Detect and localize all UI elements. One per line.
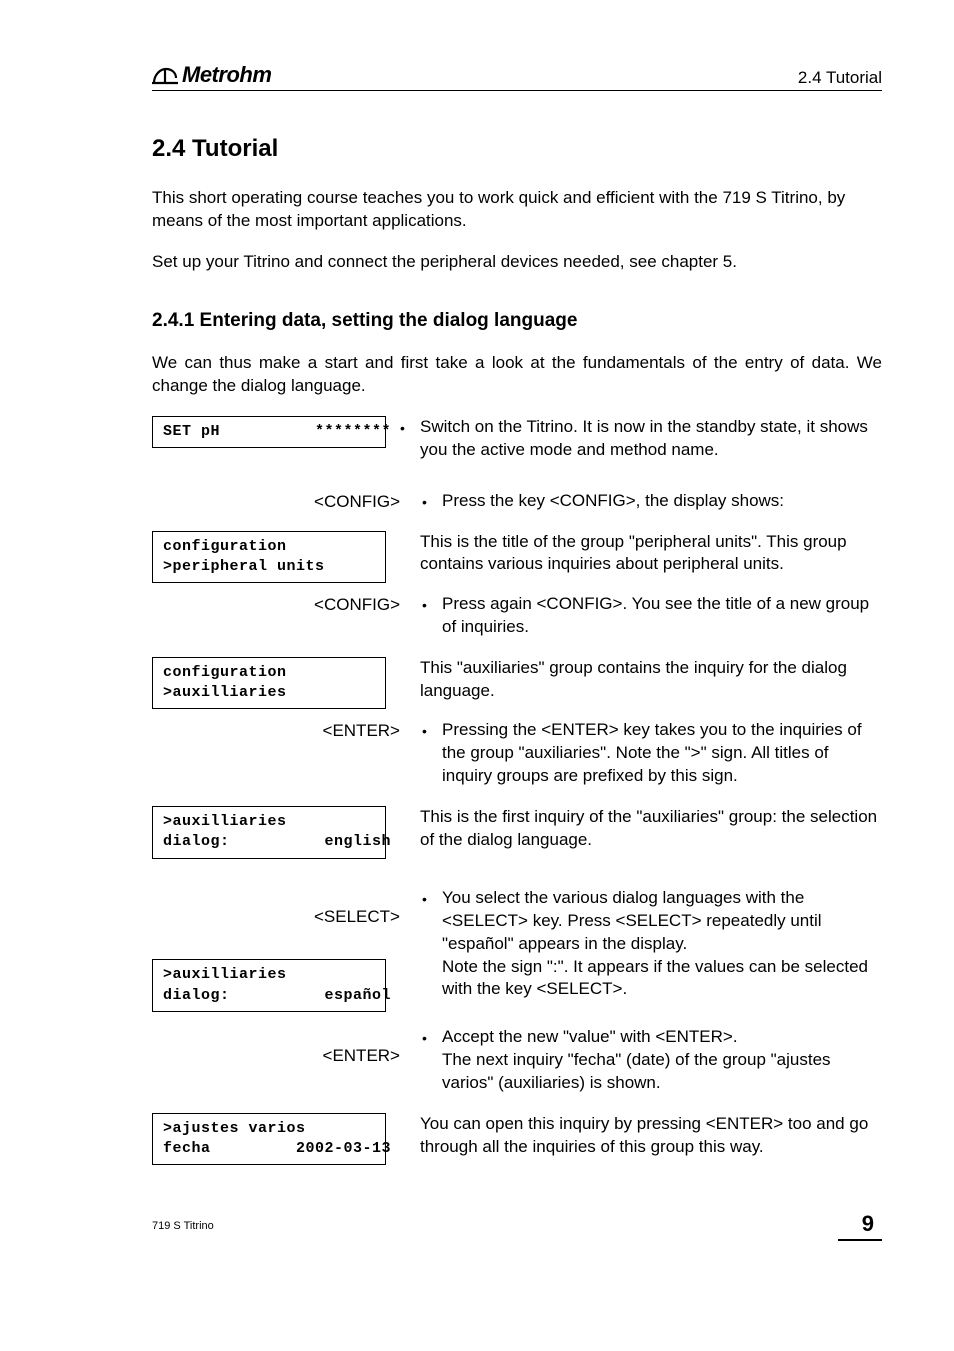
step-right: • Pressing the <ENTER> key takes you to … [422,719,882,788]
step-left: configuration >auxilliaries [152,657,400,710]
bullet-icon: • [400,416,420,438]
step-row: <ENTER> • Accept the new "value" with <E… [152,1026,882,1095]
lcd-display: >auxilliaries dialog: english [152,806,386,859]
subsection-title: 2.4.1 Entering data, setting the dialog … [152,310,882,332]
step-text: Accept the new "value" with <ENTER>. The… [442,1026,882,1095]
bullet-icon: • [422,719,442,741]
step-right: You can open this inquiry by pressing <E… [400,1113,882,1159]
step-right: • Press again <CONFIG>. You see the titl… [422,593,882,639]
step-row: configuration >peripheral units This is … [152,531,882,584]
metrohm-icon [152,65,178,85]
step-right: • Switch on the Titrino. It is now in th… [400,416,882,462]
bullet-icon [400,531,420,534]
key-label: <CONFIG> [152,593,422,615]
step-row: SET pH ******** • Switch on the Titrino.… [152,416,882,462]
step-right: • Press the key <CONFIG>, the display sh… [422,490,882,513]
key-label: <ENTER> [152,1026,422,1066]
lcd-display: configuration >auxilliaries [152,657,386,710]
step-right: • You select the various dialog language… [422,887,882,1002]
brand-logo: Metrohm [152,62,271,88]
bullet-icon [400,657,420,660]
lcd-display: >ajustes varios fecha 2002-03-13 [152,1113,386,1166]
bullet-icon [400,1113,420,1116]
intro-paragraph-2: Set up your Titrino and connect the peri… [152,251,882,274]
header-section-ref: 2.4 Tutorial [798,68,882,88]
step-row: <CONFIG> • Press the key <CONFIG>, the d… [152,490,882,513]
step-row: >ajustes varios fecha 2002-03-13 You can… [152,1113,882,1166]
bullet-icon: • [422,1026,442,1048]
step-text: Pressing the <ENTER> key takes you to th… [442,719,882,788]
step-text: You can open this inquiry by pressing <E… [420,1113,882,1159]
step-right: This is the title of the group "peripher… [400,531,882,577]
brand-name: Metrohm [182,62,271,88]
step-text: This is the title of the group "peripher… [420,531,882,577]
step-row: <CONFIG> • Press again <CONFIG>. You see… [152,593,882,639]
step-text: You select the various dialog languages … [442,887,882,1002]
step-right: This is the first inquiry of the "auxili… [400,806,882,852]
bullet-icon [400,806,420,809]
step-left: >auxilliaries dialog: español [152,959,400,1012]
page-footer: 719 S Titrino 9 [152,1211,882,1241]
lcd-display: SET pH ******** [152,416,386,448]
page-header: Metrohm 2.4 Tutorial [152,62,882,91]
step-row: configuration >auxilliaries This "auxili… [152,657,882,710]
step-text: This "auxiliaries" group contains the in… [420,657,882,703]
key-label: <CONFIG> [152,490,422,512]
step-left: SET pH ******** [152,416,400,448]
step-left: configuration >peripheral units [152,531,400,584]
page-number: 9 [838,1211,882,1241]
key-label: <ENTER> [152,719,422,741]
subsection-intro: We can thus make a start and first take … [152,352,882,398]
step-left: >auxilliaries dialog: english [152,806,400,859]
lcd-display: >auxilliaries dialog: español [152,959,386,1012]
bullet-icon: • [422,593,442,615]
step-text: Press the key <CONFIG>, the display show… [442,490,882,513]
footer-product: 719 S Titrino [152,1220,214,1232]
step-right: This "auxiliaries" group contains the in… [400,657,882,703]
step-text: Switch on the Titrino. It is now in the … [420,416,882,462]
section-title: 2.4 Tutorial [152,135,882,163]
bullet-icon: • [422,887,442,909]
bullet-icon: • [422,490,442,512]
step-row: <ENTER> • Pressing the <ENTER> key takes… [152,719,882,788]
page-container: Metrohm 2.4 Tutorial 2.4 Tutorial This s… [0,0,954,1281]
intro-paragraph-1: This short operating course teaches you … [152,187,882,233]
lcd-display: configuration >peripheral units [152,531,386,584]
step-left: >ajustes varios fecha 2002-03-13 [152,1113,400,1166]
key-label: <SELECT> [152,887,422,927]
step-text: Press again <CONFIG>. You see the title … [442,593,882,639]
step-text: This is the first inquiry of the "auxili… [420,806,882,852]
step-row: >auxilliaries dialog: english This is th… [152,806,882,859]
step-right: • Accept the new "value" with <ENTER>. T… [422,1026,882,1095]
